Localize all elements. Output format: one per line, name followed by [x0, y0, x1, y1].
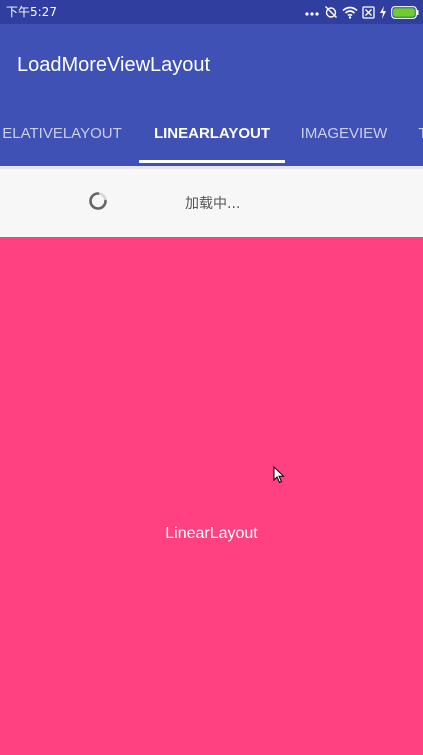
tab-relativelayout[interactable]: ELATIVELAYOUT	[0, 112, 127, 166]
status-time: 下午5:27	[6, 5, 57, 19]
mouse-cursor-icon	[273, 465, 285, 488]
status-icons	[304, 0, 419, 24]
alarm-off-icon	[324, 5, 338, 19]
tab-bar: ELATIVELAYOUT LINEARLAYOUT IMAGEVIEW T	[0, 112, 423, 166]
loading-text: 加载中...	[185, 196, 241, 212]
status-bar: 下午5:27	[0, 0, 423, 24]
app-bar: LoadMoreViewLayout ELATIVELAYOUT LINEARL…	[0, 24, 423, 166]
loading-header: 加载中...	[0, 166, 423, 237]
content-label: LinearLayout	[165, 525, 258, 542]
sim-off-icon	[362, 5, 375, 19]
charging-icon	[379, 5, 387, 19]
linear-layout-content[interactable]: LinearLayout	[0, 237, 423, 755]
app-title: LoadMoreViewLayout	[17, 54, 211, 76]
wifi-icon	[342, 6, 358, 19]
battery-icon	[391, 5, 419, 19]
tab-partial[interactable]: T	[413, 112, 423, 166]
tab-indicator	[139, 160, 285, 163]
more-dots-icon	[304, 6, 320, 18]
loading-spinner-icon	[88, 191, 108, 211]
tab-linearlayout[interactable]: LINEARLAYOUT	[139, 112, 285, 166]
tab-imageview[interactable]: IMAGEVIEW	[292, 112, 396, 166]
